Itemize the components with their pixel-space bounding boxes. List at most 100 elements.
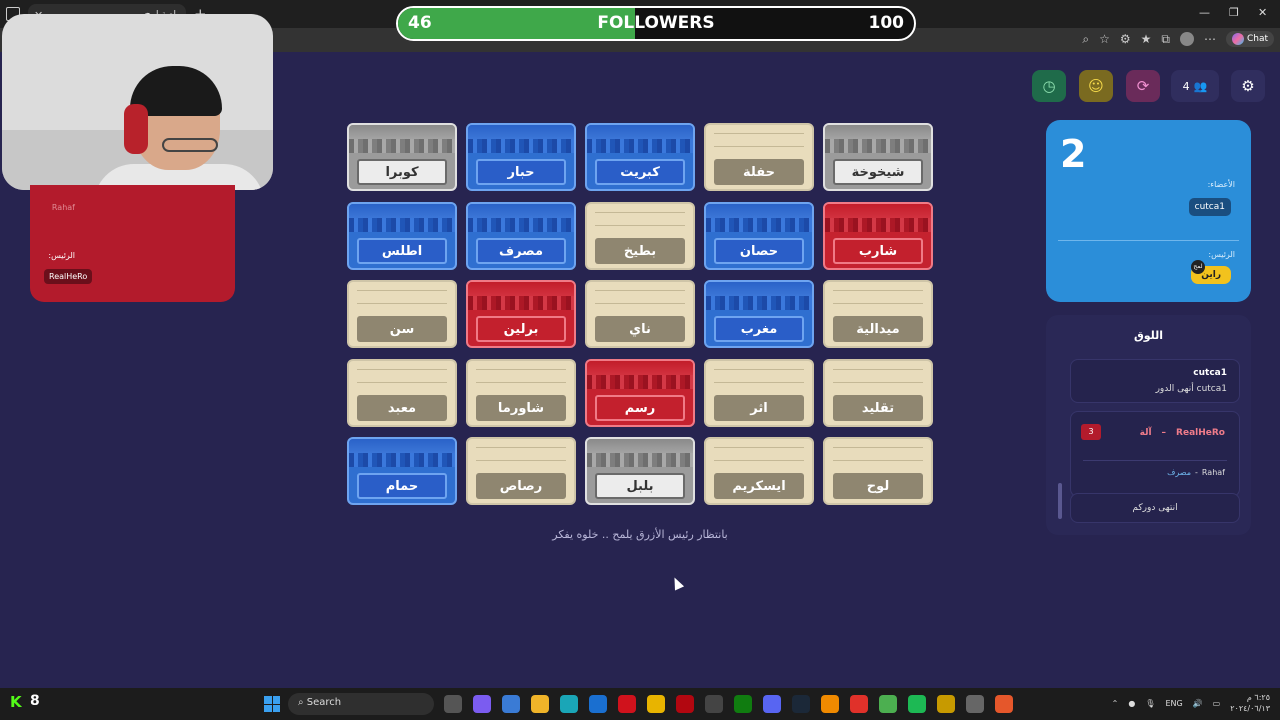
followers-goal-bar: 46 FOLLOWERS 100 [396,6,916,41]
close-window-icon[interactable]: ✕ [1258,6,1267,19]
obs-icon[interactable] [966,695,984,713]
word-card[interactable]: شيخوخة [823,123,933,191]
word-card[interactable]: بطيخ [585,202,695,270]
word-card[interactable]: حبار [466,123,576,191]
netflix-icon[interactable] [676,695,694,713]
word-card[interactable]: حفلة [704,123,814,191]
edge-icon[interactable] [560,695,578,713]
word-card[interactable]: رسم [585,359,695,427]
collections-icon[interactable]: ★ [1141,32,1152,46]
card-decoration [357,369,447,383]
log-scrollbar[interactable] [1058,483,1062,519]
app-icon[interactable] [850,695,868,713]
word-card[interactable]: سن [347,280,457,348]
word-card-label: بطيخ [595,238,685,264]
app-icon[interactable] [705,695,723,713]
task-view-icon[interactable] [444,695,462,713]
chevron-up-icon[interactable]: ⌃ [1112,699,1119,708]
steam-icon[interactable] [792,695,810,713]
discord-icon[interactable] [763,695,781,713]
card-decoration [714,369,804,383]
maximize-icon[interactable]: ❐ [1229,6,1239,19]
word-card[interactable]: حصان [704,202,814,270]
language-indicator[interactable]: ENG [1165,699,1182,708]
red-boss-chip: RealHeRo [44,269,93,284]
minimize-icon[interactable]: — [1199,6,1210,19]
card-skyline-buildings [825,139,931,153]
word-card-label: كبريت [595,159,685,185]
word-card-label: ناي [595,316,685,342]
card-skyline-buildings [468,139,574,153]
game-log-panel[interactable]: اللوق cutca1 cutca1 أنهى الدور RealHeRo … [1046,315,1251,535]
share-icon[interactable]: ⧉ [1161,32,1170,47]
switch-team-button[interactable]: ⟳ [1126,70,1160,102]
word-card[interactable]: اثر [704,359,814,427]
speaker-icon[interactable]: 🔊 [1193,699,1203,708]
word-card[interactable]: برلين [466,280,576,348]
profile-avatar[interactable] [1179,32,1194,46]
word-card[interactable]: شاورما [466,359,576,427]
word-card[interactable]: رصاص [466,437,576,505]
taskbar-clock[interactable]: ٦:٢٥ م ٢٠٢٤/٠٦/١٣ [1230,692,1270,714]
app-icon[interactable] [995,695,1013,713]
word-card[interactable]: شارب [823,202,933,270]
card-skyline-buildings [587,139,693,153]
word-card-label: كوبرا [357,159,447,185]
minecraft-icon[interactable] [879,695,897,713]
card-skyline-buildings [349,453,455,467]
app-icon[interactable] [821,695,839,713]
blue-team-panel: 2 الأعضاء: cutca1 الرئيس: راين لمح [1046,120,1251,302]
system-tray: ⌃ ● 🎙 ENG 🔊 ▭ ٦:٢٥ م ٢٠٢٤/٠٦/١٣ [1112,692,1270,714]
file-explorer-icon[interactable] [531,695,549,713]
xbox-icon[interactable] [734,695,752,713]
zoom-icon[interactable]: ⌕ [1082,32,1089,47]
copilot-app-icon[interactable] [473,695,491,713]
favorite-icon[interactable]: ☆ [1099,32,1110,46]
start-button[interactable] [264,696,280,712]
word-card[interactable]: كبريت [585,123,695,191]
emoji-button[interactable]: ☺ [1079,70,1113,102]
word-card[interactable]: حمام [347,437,457,505]
word-card[interactable]: اطلس [347,202,457,270]
outlook-icon[interactable] [589,695,607,713]
word-card[interactable]: ميدالية [823,280,933,348]
word-card[interactable]: ايسكريم [704,437,814,505]
log-entry-message: انتهى دوركم [1132,503,1178,513]
card-skyline-buildings [587,453,693,467]
word-card[interactable]: مصرف [466,202,576,270]
word-card[interactable]: بلبل [585,437,695,505]
log-entry-hint: RealHeRo – آلة 3 Rahaf - مصرف [1070,411,1240,497]
opera-icon[interactable] [618,695,636,713]
word-card[interactable]: كوبرا [347,123,457,191]
word-card-label: شارب [833,238,923,264]
store-icon[interactable] [502,695,520,713]
taskbar-search[interactable]: ⌕ Search [288,693,434,715]
word-card[interactable]: معبد [347,359,457,427]
word-card-label: مغرب [714,316,804,342]
red-team-member: Rahaf [51,203,75,212]
app-tray-icon[interactable]: ● [1128,699,1135,708]
app-icon[interactable] [647,695,665,713]
players-button[interactable]: 4 👥 [1171,70,1219,102]
more-icon[interactable]: ⋯ [1204,32,1216,46]
word-card-label: حصان [714,238,804,264]
battery-icon[interactable]: ▭ [1213,699,1221,708]
log-hint-boss: RealHeRo [1176,428,1225,438]
followers-goal: 100 [868,13,905,33]
spotify-icon[interactable] [908,695,926,713]
blue-boss-label: الرئيس: [1208,250,1235,259]
word-card[interactable]: ناي [585,280,695,348]
app-icon[interactable] [937,695,955,713]
extensions-icon[interactable]: ⚙ [1120,32,1131,46]
card-decoration [595,290,685,304]
followers-label: FOLLOWERS [597,13,715,33]
word-card[interactable]: تقليد [823,359,933,427]
mic-icon[interactable]: 🎙 [1145,699,1155,708]
chat-button[interactable]: Chat [1225,31,1274,47]
settings-button[interactable]: ⚙ [1231,70,1265,102]
timer-button[interactable]: ◷ [1032,70,1066,102]
word-card[interactable]: مغرب [704,280,814,348]
word-card[interactable]: لوح [823,437,933,505]
word-card-label: شيخوخة [833,159,923,185]
word-card-label: ميدالية [833,316,923,342]
